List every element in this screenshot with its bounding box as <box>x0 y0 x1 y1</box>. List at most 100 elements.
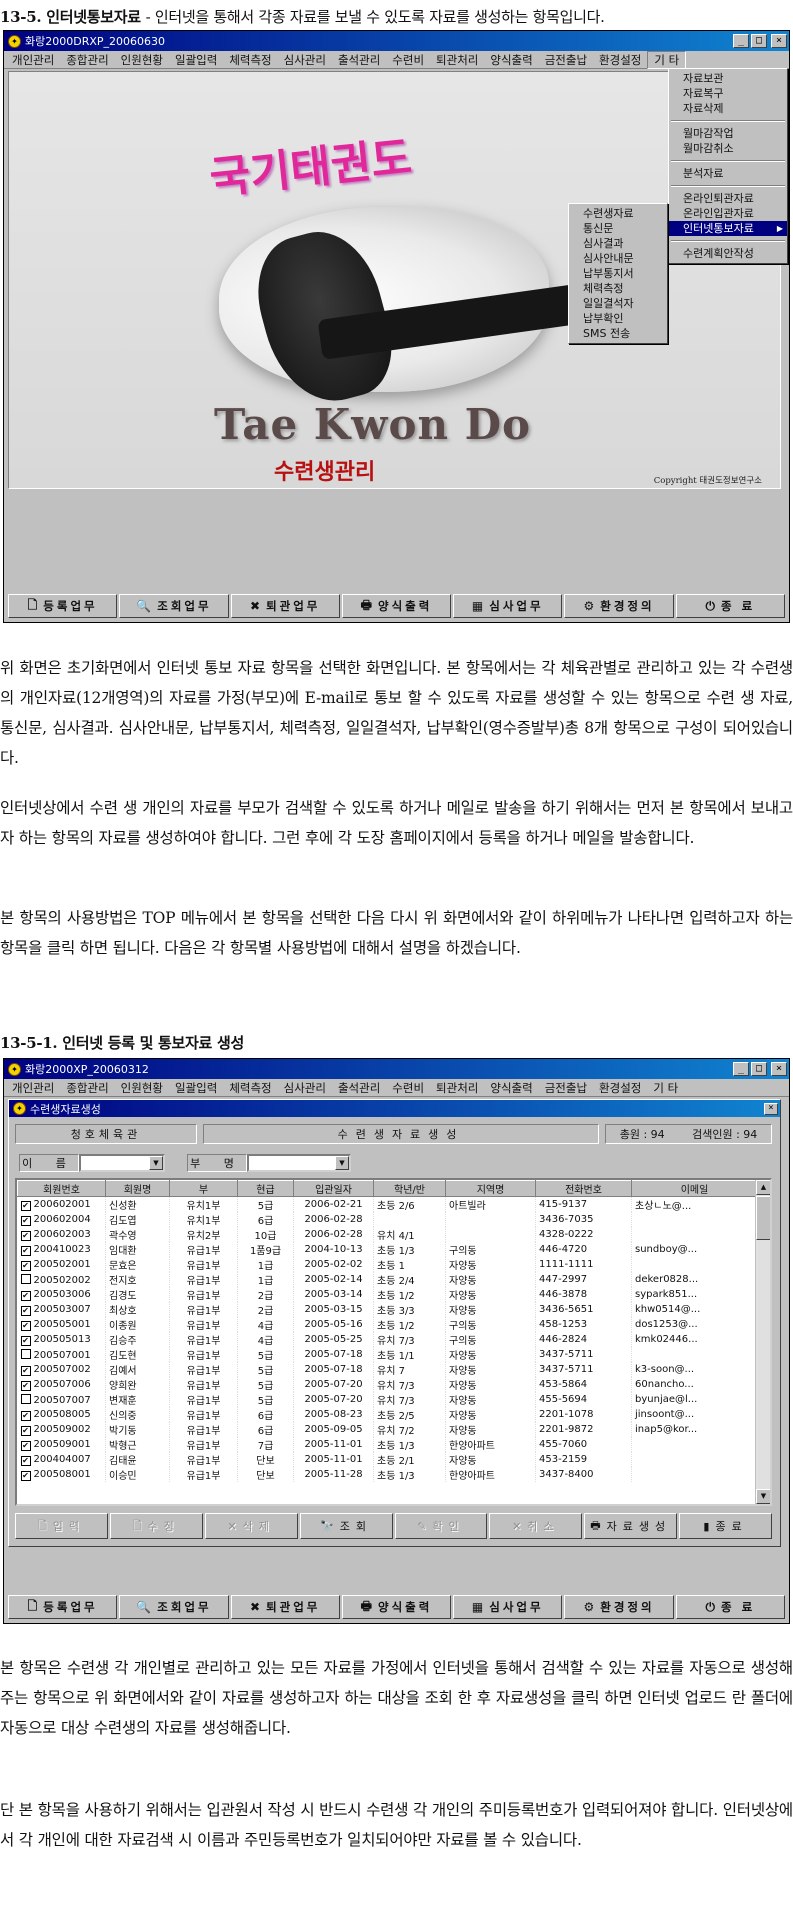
minimize-button[interactable]: _ <box>733 34 749 48</box>
table-row[interactable]: ✔ 200508001 이승민 유급1부 단보 2005-11-28 초등 1/3 한양아파트… <box>17 1467 758 1482</box>
submenu-item[interactable]: 일일결석자 <box>569 296 667 311</box>
minimize-button[interactable]: _ <box>733 1062 749 1076</box>
menu-item[interactable]: 인원현황 <box>115 52 169 68</box>
table-row[interactable]: ✔ 200602001 신성환 유치1부 5급 2006-02-21 초등 2/6 아트빌라 4… <box>17 1196 758 1212</box>
toolbar-button[interactable]: ⏻ 종 료 <box>675 594 785 618</box>
inner-title-bar[interactable]: ✦ 수련생자료생성 × <box>9 1100 780 1117</box>
table-row[interactable]: ✔ 200509001 박형근 유급1부 7급 2005-11-01 초등 1/3 한양아파트… <box>17 1437 758 1452</box>
row-checkbox[interactable]: ✔ <box>20 1380 31 1391</box>
submenu-item[interactable]: 체력측정 <box>569 281 667 296</box>
close-button[interactable]: × <box>771 34 787 48</box>
column-header[interactable]: 회원명 <box>105 1180 170 1197</box>
scroll-up-icon[interactable]: ▲ <box>756 1180 770 1195</box>
title-bar-2[interactable]: ✦ 화랑2000XP_20060312 _ □ × <box>4 1059 789 1079</box>
submenu-item[interactable]: 심사안내문 <box>569 251 667 266</box>
menu-item[interactable]: 기 타 <box>647 50 687 69</box>
menu-item[interactable]: 일괄입력 <box>169 1080 223 1096</box>
table-row[interactable]: ✔ 200505001 이종원 유급1부 4급 2005-05-16 초등 1/2 구의동 45… <box>17 1317 758 1332</box>
toolbar-button[interactable]: 🔍 조회업무 <box>119 594 229 618</box>
submenu-item[interactable]: 수련생자료 <box>569 206 667 221</box>
table-row[interactable]: ✔ 200508005 신의중 유급1부 6급 2005-08-23 초등 2/5 자양동 22… <box>17 1407 758 1422</box>
toolbar-button[interactable]: ⏻ 종 료 <box>675 1595 785 1619</box>
row-checkbox[interactable]: ✔ <box>20 1230 31 1241</box>
table-row[interactable]: 200507001 김도현 유급1부 5급 2005-07-18 초등 1/1 자양동 343… <box>17 1347 758 1362</box>
menu-item[interactable]: 개인관리 <box>6 52 60 68</box>
row-checkbox[interactable]: ✔ <box>20 1425 31 1436</box>
menu-item[interactable]: 퇴관처리 <box>430 1080 484 1096</box>
menu-item[interactable]: 출석관리 <box>332 1080 386 1096</box>
menu-item[interactable]: 금전출납 <box>539 52 593 68</box>
table-row[interactable]: ✔ 200602004 김도엽 유치1부 6급 2006-02-28 3436-7035 <box>17 1212 758 1227</box>
toolbar-button[interactable]: 🗋 등록업무 <box>8 1595 118 1619</box>
menu-item[interactable]: 환경설정 <box>593 1080 647 1096</box>
menu-item[interactable]: 체력측정 <box>223 52 277 68</box>
toolbar-button[interactable]: ▦ 심사업무 <box>453 594 563 618</box>
column-header[interactable]: 지역명 <box>445 1180 536 1197</box>
form-button[interactable]: 🖶 자료생성 <box>584 1513 678 1539</box>
column-header[interactable]: 현급 <box>237 1180 294 1197</box>
column-header[interactable]: 이메일 <box>631 1180 758 1197</box>
menu-item[interactable]: 체력측정 <box>223 1080 277 1096</box>
scroll-thumb[interactable] <box>756 1196 770 1240</box>
form-button[interactable]: ✕ 삭제 <box>204 1513 298 1539</box>
toolbar-button[interactable]: ⚙ 환경정의 <box>564 1595 674 1619</box>
column-header[interactable]: 입관일자 <box>293 1180 374 1197</box>
submenu-item[interactable]: 통신문 <box>569 221 667 236</box>
close-button[interactable]: × <box>771 1062 787 1076</box>
menu-item[interactable]: 양식출력 <box>484 52 538 68</box>
table-row[interactable]: 200507007 변재훈 유급1부 5급 2005-07-20 유치 7/3 자양동 455… <box>17 1392 758 1407</box>
maximize-button[interactable]: □ <box>751 1062 767 1076</box>
menu-item[interactable]: 심사관리 <box>278 1080 332 1096</box>
toolbar-button[interactable]: ▦ 심사업무 <box>453 1595 563 1619</box>
row-checkbox[interactable]: ✔ <box>20 1410 31 1421</box>
dropdown-item[interactable]: 인터넷통보자료 ▶ <box>669 221 787 236</box>
submenu-item[interactable]: 납부확인 <box>569 311 667 326</box>
dropdown-item[interactable]: 월마감취소 <box>669 141 787 156</box>
scroll-down-icon[interactable]: ▼ <box>756 1489 770 1504</box>
form-button[interactable]: ✎ 확인 <box>394 1513 488 1539</box>
row-checkbox[interactable]: ✔ <box>20 1290 31 1301</box>
dropdown-item[interactable]: 온라인퇴관자료 <box>669 191 787 206</box>
row-checkbox[interactable] <box>20 1393 31 1404</box>
form-button[interactable]: 🗋 수정 <box>109 1513 203 1539</box>
table-row[interactable]: ✔ 200507002 김예서 유급1부 5급 2005-07-18 유치 7 자양동 3437… <box>17 1362 758 1377</box>
dropdown-item[interactable]: 자료복구 <box>669 86 787 101</box>
row-checkbox[interactable]: ✔ <box>20 1305 31 1316</box>
chevron-down-icon[interactable]: ▼ <box>335 1156 349 1170</box>
submenu-item[interactable]: 심사결과 <box>569 236 667 251</box>
menu-item[interactable]: 양식출력 <box>484 1080 538 1096</box>
row-checkbox[interactable]: ✔ <box>20 1470 31 1481</box>
menu-item[interactable]: 종합관리 <box>60 52 114 68</box>
form-button[interactable]: 🔭 조회 <box>299 1513 393 1539</box>
row-checkbox[interactable]: ✔ <box>20 1215 31 1226</box>
toolbar-button[interactable]: 🔍 조회업무 <box>119 1595 229 1619</box>
table-row[interactable]: 200502002 전지호 유급1부 1급 2005-02-14 초등 2/4 자양동 447… <box>17 1272 758 1287</box>
row-checkbox[interactable]: ✔ <box>20 1245 31 1256</box>
toolbar-button[interactable]: ✖ 퇴관업무 <box>230 594 340 618</box>
form-button[interactable]: 🗋 입력 <box>15 1513 108 1539</box>
toolbar-button[interactable]: 🖶 양식출력 <box>341 1595 452 1619</box>
table-row[interactable]: ✔ 200507006 양희완 유급1부 5급 2005-07-20 유치 7/3 자양동 45… <box>17 1377 758 1392</box>
form-button[interactable]: ✕ 취소 <box>489 1513 583 1539</box>
menu-item[interactable]: 일괄입력 <box>169 52 223 68</box>
menu-item[interactable]: 환경설정 <box>593 52 647 68</box>
table-row[interactable]: ✔ 200505013 김승주 유급1부 4급 2005-05-25 유치 7/3 구의동 44… <box>17 1332 758 1347</box>
column-header[interactable]: 부 <box>169 1180 238 1197</box>
menu-item[interactable]: 수련비 <box>386 52 430 68</box>
menu-item[interactable]: 개인관리 <box>6 1080 60 1096</box>
menu-item[interactable]: 심사관리 <box>278 52 332 68</box>
name-select[interactable]: ▼ <box>79 1154 165 1172</box>
dropdown-item[interactable]: 온라인입관자료 <box>669 206 787 221</box>
table-row[interactable]: ✔ 200503006 김경도 유급1부 2급 2005-03-14 초등 1/2 자양동 44… <box>17 1287 758 1302</box>
row-checkbox[interactable]: ✔ <box>20 1260 31 1271</box>
parent-select[interactable]: ▼ <box>247 1154 351 1172</box>
menu-item[interactable]: 출석관리 <box>332 52 386 68</box>
dropdown-item[interactable]: 수련계획안작성 <box>669 246 787 261</box>
row-checkbox[interactable]: ✔ <box>20 1440 31 1451</box>
table-row[interactable]: ✔ 200502001 문효은 유급1부 1급 2005-02-02 초등 1 자양동 1111… <box>17 1257 758 1272</box>
row-checkbox[interactable] <box>20 1273 31 1284</box>
menu-item[interactable]: 기 타 <box>647 1080 684 1096</box>
column-header[interactable]: 회원번호 <box>17 1180 106 1197</box>
inner-close-button[interactable]: × <box>764 1102 778 1115</box>
column-header[interactable]: 전화번호 <box>535 1180 632 1197</box>
